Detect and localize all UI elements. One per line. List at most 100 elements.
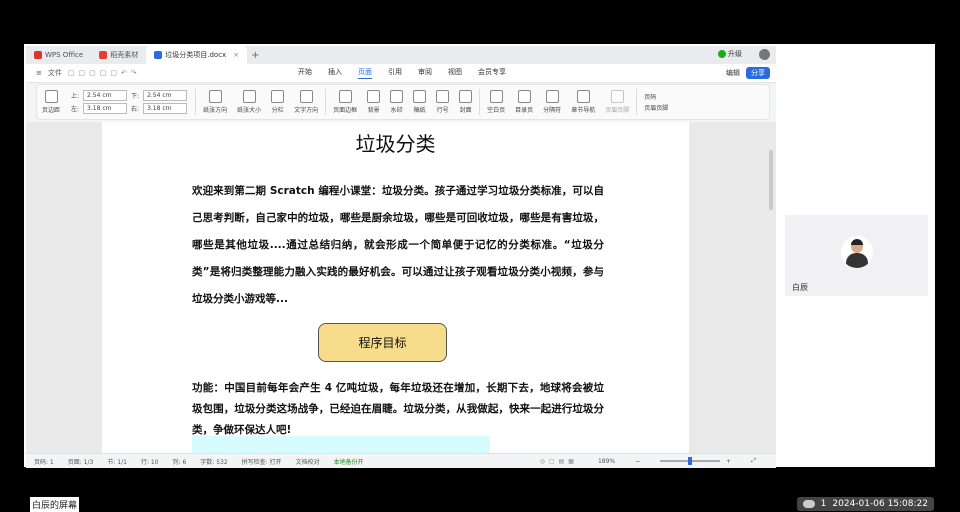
- page-border-icon: [338, 90, 352, 103]
- program-goal-box: 程序目标: [318, 323, 447, 362]
- background-button[interactable]: 背景: [367, 90, 381, 114]
- toolbar-quick-icons[interactable]: ▢▢▢▢▢↶↷: [68, 69, 141, 77]
- left-black-bar: [0, 0, 24, 512]
- zoom-knob[interactable]: [688, 457, 693, 465]
- line-number-button[interactable]: 行号: [436, 90, 450, 114]
- tool-label: 纸张方向: [203, 107, 228, 114]
- page-margin-icon: [44, 90, 58, 103]
- status-page-number[interactable]: 页码: 1: [34, 457, 54, 466]
- intro-paragraph: 欢迎来到第二期 Scratch 编程小课堂：垃圾分类。孩子通过学习垃圾分类标准，…: [192, 185, 604, 305]
- page-border-button[interactable]: 页面边框: [333, 90, 357, 114]
- watermark-icon: [390, 90, 404, 103]
- line-number-icon: [436, 90, 450, 103]
- status-words[interactable]: 字数: 532: [200, 457, 227, 466]
- share-button[interactable]: 分享: [746, 67, 770, 79]
- menu-member[interactable]: 会员专享: [478, 67, 506, 79]
- status-spell[interactable]: 拼写检查: 打开: [242, 457, 282, 466]
- header-footer-tool-button[interactable]: 页眉页脚: [605, 90, 629, 114]
- page-margin-label: 页边距: [42, 107, 61, 114]
- status-section: 节: 1/1: [107, 458, 127, 466]
- view-mode-icons[interactable]: ◎▢▤▦: [540, 458, 578, 465]
- edit-button[interactable]: 编辑: [726, 68, 740, 78]
- tab-label: WPS Office: [45, 51, 84, 59]
- divider: [479, 89, 481, 115]
- paper-size-icon: [242, 90, 256, 103]
- tool-label: 纸张大小: [237, 107, 262, 114]
- tab-wps-office[interactable]: WPS Office: [26, 46, 91, 64]
- toc-page-button[interactable]: 目录页: [515, 90, 533, 114]
- upgrade-icon: [718, 50, 726, 58]
- orientation-button[interactable]: 纸张方向: [203, 90, 227, 114]
- page-number-button[interactable]: 页码 页眉页脚: [644, 92, 668, 112]
- fullscreen-icon[interactable]: ⤢: [751, 457, 756, 465]
- separator-icon: [545, 90, 559, 103]
- columns-icon: [271, 90, 285, 103]
- section-nav-button[interactable]: 章节导航: [571, 90, 595, 114]
- tab-daoke[interactable]: 稻壳素材: [91, 46, 146, 64]
- manuscript-icon: [413, 90, 427, 103]
- manuscript-button[interactable]: 稿纸: [413, 90, 427, 114]
- tool-label: 页面边框: [333, 107, 358, 114]
- tool-label: 分隔符: [543, 107, 562, 114]
- margin-fields: 上: 2.54 cm 下: 2.54 cm 左: 3.18 cm 右: 3.18…: [71, 90, 188, 114]
- zoom-slider[interactable]: [660, 457, 721, 465]
- header-footer-tool-icon: [610, 90, 624, 103]
- doc-logo-icon: [154, 51, 163, 59]
- video-tile: 白辰: [785, 215, 928, 296]
- tool-label: 行号: [436, 107, 449, 114]
- status-line: 行: 10: [140, 458, 159, 466]
- margin-top-input[interactable]: 2.54 cm: [83, 90, 128, 101]
- columns-button[interactable]: 分栏: [271, 90, 285, 114]
- margin-left-label: 左:: [71, 106, 80, 113]
- tab-label: 垃圾分类项目.docx: [165, 51, 227, 59]
- background-icon: [367, 90, 381, 103]
- document-page[interactable]: 垃圾分类 欢迎来到第二期 Scratch 编程小课堂：垃圾分类。孩子通过学习垃圾…: [102, 122, 689, 453]
- document-title: 垃圾分类: [355, 132, 436, 156]
- menu-review[interactable]: 审阅: [418, 67, 432, 79]
- menu-reference[interactable]: 引用: [388, 67, 402, 79]
- cover-button[interactable]: 封面: [459, 90, 473, 114]
- menu-page[interactable]: 页面: [358, 67, 372, 79]
- status-pages[interactable]: 页面: 1/3: [68, 457, 94, 466]
- page-margin-button[interactable]: 页边距: [42, 90, 60, 114]
- page-ribbon: 页边距 上: 2.54 cm 下: 2.54 cm 左: 3.18 cm 右: …: [36, 84, 770, 120]
- tab-label: 稻壳素材: [110, 51, 139, 59]
- close-tab-icon[interactable]: ×: [233, 51, 239, 59]
- tool-label: 章节导航: [571, 107, 596, 114]
- vertical-scrollbar[interactable]: [769, 150, 773, 210]
- watermark-button[interactable]: 水印: [390, 90, 404, 114]
- menu-icon[interactable]: ≡: [36, 69, 42, 77]
- cover-icon: [459, 90, 473, 103]
- wps-window: WPS Office 稻壳素材 垃圾分类项目.docx × + 升级 ≡ 文件 …: [26, 46, 776, 468]
- zoom-level[interactable]: 189%: [598, 458, 615, 465]
- header-footer-label: 页眉页脚: [644, 105, 669, 112]
- tool-label: 背景: [367, 107, 380, 114]
- separator-button[interactable]: 分隔符: [543, 90, 561, 114]
- tool-label: 空白页: [487, 107, 506, 114]
- tab-document[interactable]: 垃圾分类项目.docx ×: [146, 46, 248, 64]
- paper-size-button[interactable]: 纸张大小: [237, 90, 261, 114]
- margin-right-label: 右:: [131, 106, 140, 113]
- menu-home[interactable]: 开始: [298, 67, 312, 79]
- margin-right-input[interactable]: 3.18 cm: [143, 103, 188, 114]
- blank-page-button[interactable]: 空白页: [487, 90, 505, 114]
- margin-bottom-input[interactable]: 2.54 cm: [143, 90, 188, 101]
- zoom-in-icon[interactable]: +: [726, 458, 731, 465]
- text-direction-button[interactable]: 文字方向: [294, 90, 318, 114]
- menu-file[interactable]: 文件: [48, 68, 62, 78]
- menu-insert[interactable]: 插入: [328, 67, 342, 79]
- status-saved[interactable]: 本地备份开: [334, 457, 364, 466]
- zoom-out-icon[interactable]: −: [635, 458, 640, 465]
- tool-label: 水印: [390, 107, 403, 114]
- toc-page-icon: [517, 90, 531, 103]
- upgrade-button[interactable]: 升级: [718, 49, 742, 59]
- menu-view[interactable]: 视图: [448, 67, 462, 79]
- tool-label: 文字方向: [294, 107, 319, 114]
- user-avatar[interactable]: [759, 49, 770, 60]
- text-direction-icon: [299, 90, 313, 103]
- top-black-area: [24, 0, 935, 44]
- new-tab-icon[interactable]: +: [251, 50, 259, 61]
- status-proof[interactable]: 文档校对: [296, 457, 320, 466]
- daoke-logo-icon: [99, 51, 108, 59]
- margin-left-input[interactable]: 3.18 cm: [83, 103, 128, 114]
